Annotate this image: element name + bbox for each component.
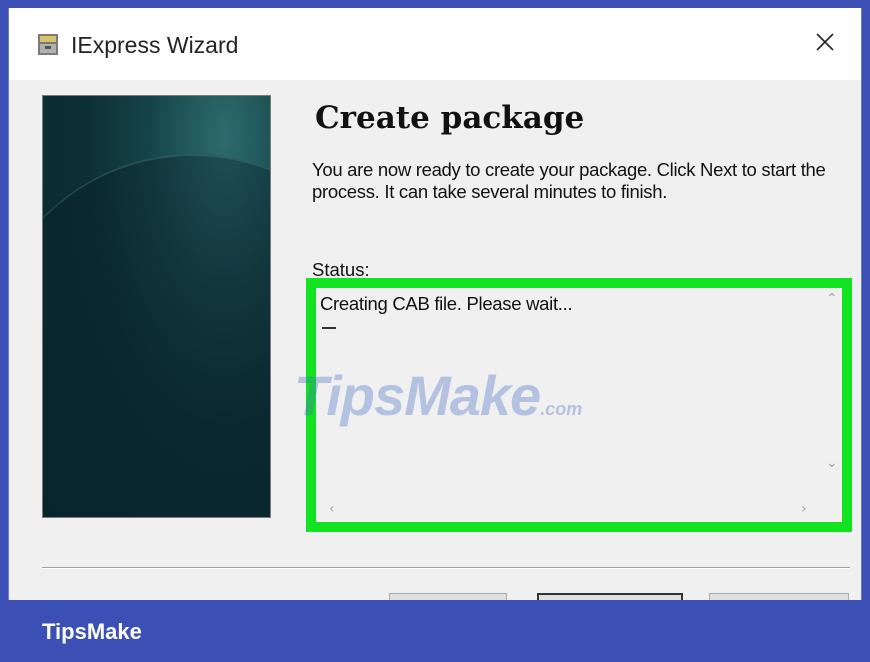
close-icon (814, 31, 836, 58)
page-description: You are now ready to create your package… (312, 159, 826, 202)
wizard-window: IExpress Wizard Create package You are n… (8, 8, 862, 600)
window-title: IExpress Wizard (71, 32, 239, 58)
top-frame (0, 0, 870, 8)
footer-brand: TipsMake (42, 619, 142, 644)
page-heading: Create package (315, 100, 585, 136)
next-button[interactable] (537, 593, 683, 600)
cancel-button[interactable] (709, 593, 849, 600)
title-bar[interactable]: IExpress Wizard (9, 8, 861, 80)
watermark-logo: TipsMake.com (294, 364, 583, 427)
footer-divider (42, 567, 850, 569)
iexpress-app-icon (37, 32, 59, 56)
back-button[interactable] (389, 593, 507, 600)
wizard-body: Create package You are now ready to crea… (9, 80, 861, 600)
footer-bar: TipsMake (0, 600, 870, 662)
close-button[interactable] (789, 20, 861, 68)
wizard-side-banner (42, 95, 271, 518)
